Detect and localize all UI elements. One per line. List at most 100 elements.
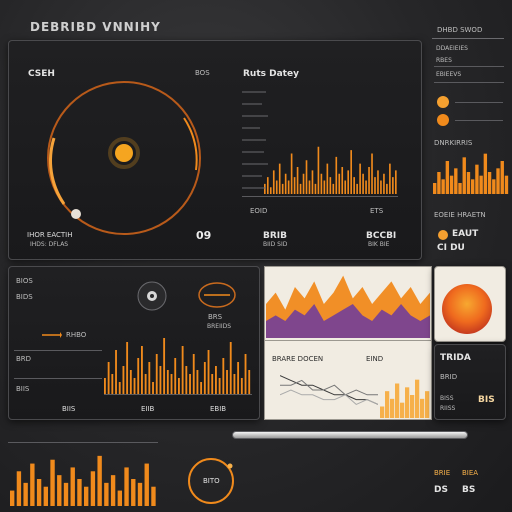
bottom-bar-14 <box>104 482 109 506</box>
lower-mid-chart-title: BRARE DOCEN <box>272 355 324 363</box>
right-bar-9 <box>471 179 475 194</box>
main-bar-7 <box>284 173 287 194</box>
bottom-bar-7 <box>57 475 62 506</box>
pointer-arrow-icon <box>42 332 62 338</box>
right-bar-14 <box>492 179 496 194</box>
lowleft-bar-9 <box>137 358 140 394</box>
lower-left-label-5: BIIS <box>16 385 30 393</box>
main-bar-25 <box>338 173 341 194</box>
lowleft-bar-8 <box>133 378 136 394</box>
lowleft-bar-38 <box>244 354 247 394</box>
footer-mid-value: 09 <box>196 229 212 242</box>
main-bar-11 <box>296 167 299 194</box>
lower-mid-line-chart <box>280 375 378 405</box>
right-bar-16 <box>500 161 504 194</box>
bottom-bar-20 <box>144 463 149 506</box>
right-row-rule-2 <box>434 82 504 83</box>
gauge-badge: BOS <box>195 69 210 77</box>
bottom-bar-17 <box>124 467 129 506</box>
right-row-2: RBES <box>436 57 452 64</box>
bottom-value-2: BS <box>462 485 476 495</box>
lower-left-label-1: BIOS <box>16 277 33 285</box>
lower-left-bar-chart <box>104 338 251 394</box>
lower-right-sub: BRID <box>440 373 458 381</box>
lowleft-bar-24 <box>192 354 195 394</box>
main-bar-40 <box>383 173 385 194</box>
main-bar-5 <box>278 163 281 194</box>
lowleft-bar-2 <box>111 374 114 394</box>
right-row-rule-3 <box>455 102 503 103</box>
main-bar-9 <box>290 153 293 194</box>
lowleft-bar-13 <box>152 382 154 394</box>
top-right-label: DHBD SWOD <box>437 26 483 34</box>
mid-bar-3 <box>395 383 400 418</box>
bottom-rule <box>8 442 158 443</box>
badge-text: BRS <box>208 313 223 321</box>
main-bar-14 <box>305 160 308 194</box>
lowleft-bar-21 <box>181 346 184 394</box>
main-bar-21 <box>326 163 329 194</box>
main-bar-chart <box>264 146 397 194</box>
lowleft-bar-32 <box>222 358 225 394</box>
lowleft-bar-36 <box>237 362 240 394</box>
lower-right-value: BIS <box>478 395 495 405</box>
lower-left-foot-1: BIIS <box>62 405 76 413</box>
lower-left-label-2: BIDS <box>16 293 33 301</box>
lowleft-bar-37 <box>240 378 243 394</box>
main-bar-37 <box>374 177 376 194</box>
lower-mid-bar-chart <box>380 379 430 418</box>
main-bar-43 <box>392 177 394 194</box>
footer-mid2-sub: BIID SID <box>263 241 288 248</box>
disk-icon <box>137 281 167 311</box>
bottom-bar-19 <box>137 482 143 506</box>
lowleft-bar-6 <box>126 342 129 394</box>
main-bar-17 <box>314 183 317 194</box>
bottom-bar-10 <box>77 479 82 506</box>
lowleft-bar-33 <box>226 370 228 394</box>
main-bar-38 <box>377 170 379 194</box>
main-bar-44 <box>395 170 397 194</box>
bottom-bar-4 <box>36 479 42 506</box>
main-bar-22 <box>329 177 332 194</box>
right-bar-11 <box>479 175 483 194</box>
lowleft-bar-26 <box>200 382 203 394</box>
lower-mid-chart-aux: EIND <box>366 355 384 363</box>
bottom-bar-5 <box>43 486 49 506</box>
lowleft-bar-16 <box>163 338 166 394</box>
lowleft-bar-14 <box>155 354 158 394</box>
mid-bar-1 <box>385 391 390 418</box>
right-row-rule-4 <box>455 120 503 121</box>
lowleft-bar-25 <box>196 370 199 394</box>
right-col-divider <box>432 38 504 39</box>
main-bar-39 <box>380 180 382 194</box>
ring-badge-icon <box>198 282 236 308</box>
lowleft-bar-20 <box>178 378 180 394</box>
lowleft-bar-12 <box>148 362 151 394</box>
lowleft-bar-0 <box>104 378 106 394</box>
lowleft-bar-22 <box>185 366 188 394</box>
bottom-bar-16 <box>117 490 123 506</box>
bottom-stat-2: BIEA <box>462 469 479 477</box>
lower-right-title: TRIDA <box>440 353 471 363</box>
lower-left-label-4: BRD <box>16 355 32 363</box>
mid-bar-0 <box>380 406 385 418</box>
mid-bar-2 <box>390 398 395 418</box>
lower-left-chart-baseline <box>104 394 252 395</box>
lowleft-bar-4 <box>118 382 121 394</box>
sun-disc <box>442 284 492 334</box>
bottom-bar-12 <box>90 471 96 506</box>
lower-left-foot-2: EIIB <box>141 405 155 413</box>
main-bar-31 <box>356 183 358 194</box>
footer-mid2: BRIB <box>263 231 287 241</box>
right-bar-12 <box>483 153 488 194</box>
lowleft-bar-28 <box>207 350 210 394</box>
mid-bar-4 <box>400 402 405 418</box>
main-bar-24 <box>335 156 338 194</box>
lower-right-legend-2: RIISS <box>440 405 456 412</box>
main-bar-29 <box>350 150 352 194</box>
right-bar-17 <box>504 175 509 194</box>
mid-bar-7 <box>415 379 420 418</box>
lowleft-bar-15 <box>159 366 162 394</box>
horizontal-scrollbar[interactable] <box>232 431 468 439</box>
axis-label-right: ETS <box>370 207 384 215</box>
